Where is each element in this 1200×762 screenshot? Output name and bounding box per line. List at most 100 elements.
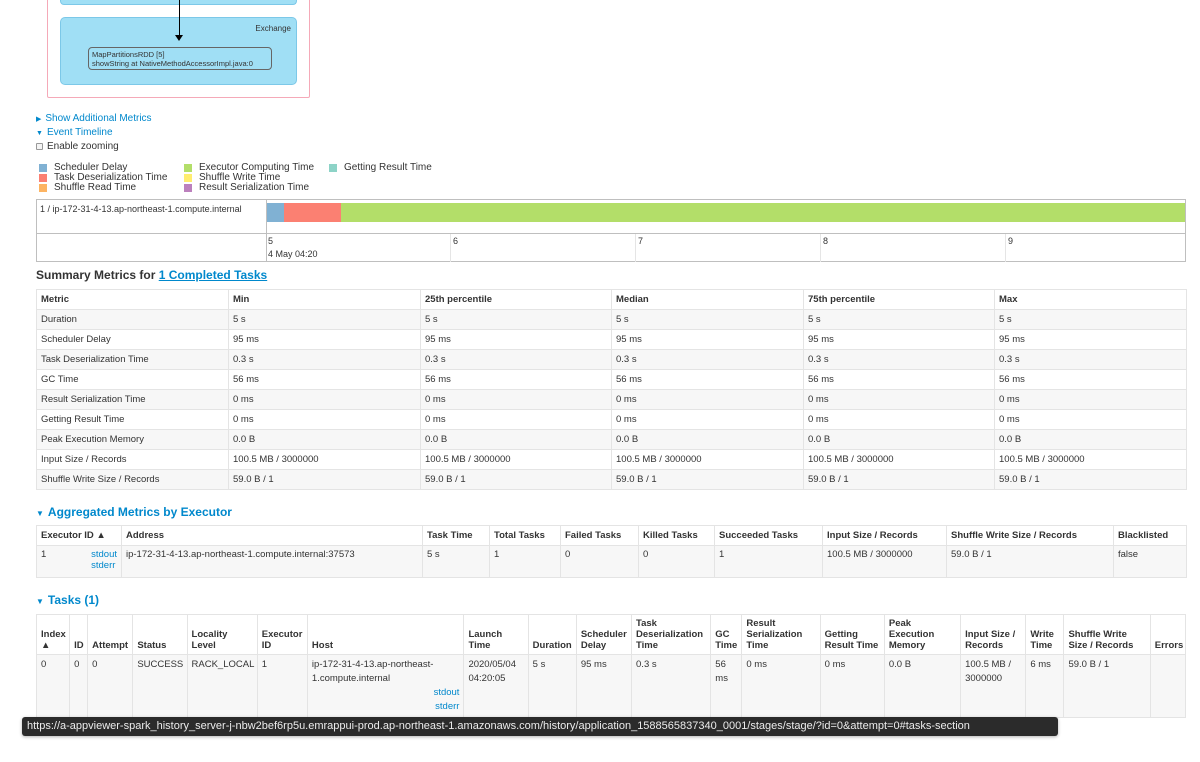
column-header[interactable]: Getting Result Time — [819, 614, 885, 655]
column-header[interactable]: Total Tasks — [489, 525, 561, 546]
column-header[interactable]: Max — [994, 289, 1187, 310]
table-cell: ip-172-31-4-13.ap-northeast-1.compute.in… — [121, 545, 423, 578]
table-cell: Task Deserialization Time — [36, 349, 229, 370]
column-header[interactable]: Address — [121, 525, 423, 546]
column-header[interactable]: Input Size / Records — [822, 525, 947, 546]
table-cell: 5 s — [611, 309, 804, 330]
column-header[interactable]: Shuffle Write Size / Records — [1063, 614, 1151, 655]
tasks-toggle[interactable]: ▼ Tasks (1) — [36, 593, 99, 607]
completed-tasks-link[interactable]: 1 Completed Tasks — [159, 268, 267, 282]
table-row: Duration 5 s5 s5 s5 s5 s — [36, 309, 1187, 330]
table-cell: Result Serialization Time — [36, 389, 229, 410]
column-header[interactable]: Host — [306, 614, 465, 655]
table-header-row: Executor ID ▲ Address Task Time Total Ta… — [36, 525, 1187, 546]
timeline-segment-executor-computing[interactable] — [341, 203, 1185, 222]
table-cell: 59.0 B / 1 — [946, 545, 1114, 578]
column-header[interactable]: Metric — [36, 289, 229, 310]
table-cell: 100.5 MB / 3000000 — [994, 449, 1187, 470]
legend-label: Getting Result Time — [344, 162, 432, 173]
column-header[interactable]: Executor ID — [256, 614, 308, 655]
table-cell: 100.5 MB / 3000000 — [803, 449, 995, 470]
table-cell: 100.5 MB / 3000000 — [420, 449, 612, 470]
table-cell: 0 ms — [803, 409, 995, 430]
table-cell: 1 — [489, 545, 561, 578]
legend-swatch — [39, 173, 47, 182]
table-cell: 0 — [560, 545, 639, 578]
column-header[interactable]: Min — [228, 289, 421, 310]
table-cell: 5 s — [420, 309, 612, 330]
aggregated-metrics-title: Aggregated Metrics by Executor — [47, 505, 232, 519]
legend-getting-result: Getting Result Time — [329, 162, 432, 173]
column-header[interactable]: Attempt — [87, 614, 134, 655]
event-timeline[interactable]: 1 / ip-172-31-4-13.ap-northeast-1.comput… — [36, 199, 1186, 262]
legend-swatch — [184, 173, 192, 182]
timeline-gridline — [450, 234, 451, 262]
column-header[interactable]: Status — [132, 614, 188, 655]
enable-zooming[interactable]: Enable zooming — [36, 141, 119, 152]
table-cell: 5 s — [803, 309, 995, 330]
event-timeline-toggle[interactable]: ▼ Event Timeline — [36, 127, 113, 138]
column-header[interactable]: Failed Tasks — [560, 525, 639, 546]
column-header[interactable]: Errors — [1149, 614, 1187, 655]
column-header[interactable]: Launch Time — [463, 614, 529, 655]
legend-label: Result Serialization Time — [199, 182, 310, 193]
timeline-executor-label: 1 / ip-172-31-4-13.ap-northeast-1.comput… — [40, 204, 242, 214]
column-header[interactable]: Task Deserialization Time — [631, 614, 712, 655]
stderr-link[interactable]: stderr — [91, 560, 117, 571]
enable-zooming-checkbox[interactable] — [36, 143, 43, 150]
legend-swatch — [184, 163, 192, 172]
table-cell: 5 s — [994, 309, 1187, 330]
stdout-link[interactable]: stdout — [91, 549, 117, 560]
column-header[interactable]: ID — [69, 614, 89, 655]
timeline-segment-scheduler-delay[interactable] — [267, 203, 284, 222]
column-header[interactable]: Index ▲ — [35, 614, 71, 655]
dag-exchange-label: Exchange — [255, 24, 291, 33]
table-cell: 6 ms — [1025, 654, 1065, 718]
aggregated-metrics-toggle[interactable]: ▼ Aggregated Metrics by Executor — [36, 505, 232, 519]
task-logs: stdout stderr — [312, 686, 460, 714]
column-header[interactable]: 25th percentile — [420, 289, 612, 310]
dag-edge — [179, 0, 180, 39]
column-header[interactable]: Blacklisted — [1113, 525, 1187, 546]
stdout-link[interactable]: stdout — [312, 686, 460, 700]
timeline-segment-task-deserialization[interactable] — [284, 203, 341, 222]
stderr-link[interactable]: stderr — [312, 700, 459, 714]
column-header[interactable]: Task Time — [422, 525, 490, 546]
table-cell: 59.0 B / 1 — [611, 469, 804, 490]
column-header[interactable]: Succeeded Tasks — [714, 525, 823, 546]
column-header[interactable]: Scheduler Delay — [575, 614, 633, 655]
column-header[interactable]: Executor ID ▲ — [36, 525, 122, 546]
table-cell: 0.3 s — [994, 349, 1187, 370]
table-row: Input Size / Records 100.5 MB / 3000000 10… — [36, 449, 1187, 470]
column-header[interactable]: GC Time — [710, 614, 743, 655]
table-cell: 56 ms — [420, 369, 612, 390]
table-cell: 0.0 B — [611, 429, 804, 450]
table-cell: SUCCESS — [132, 654, 188, 718]
column-header[interactable]: Killed Tasks — [638, 525, 715, 546]
table-cell: 0 — [35, 654, 71, 718]
table-row: Scheduler Delay 95 ms 95 ms 95 ms 95 ms 95 ms — [36, 329, 1187, 350]
table-row: Result Serialization Time 0 ms 0 ms 0 ms 0 m… — [36, 389, 1187, 410]
table-cell: 0 ms — [228, 389, 421, 410]
table-cell: 1 — [714, 545, 823, 578]
column-header[interactable]: 75th percentile — [803, 289, 995, 310]
table-cell: 1 — [256, 654, 308, 718]
table-cell: 56 ms — [710, 654, 743, 718]
tasks-table: Index ▲ ID Attempt Status Locality Level… — [35, 614, 1187, 718]
column-header[interactable]: Shuffle Write Size / Records — [946, 525, 1114, 546]
table-cell: 0 ms — [819, 654, 885, 718]
table-cell: Scheduler Delay — [36, 329, 229, 350]
column-header[interactable]: Result Serialization Time — [741, 614, 821, 655]
column-header[interactable]: Duration — [527, 614, 577, 655]
column-header[interactable]: Input Size / Records — [960, 614, 1027, 655]
column-header[interactable]: Locality Level — [186, 614, 258, 655]
dag-rdd-node[interactable]: MapPartitionsRDD [5] showString at Nativ… — [88, 47, 272, 70]
show-additional-metrics-toggle[interactable]: ▶ Show Additional Metrics — [36, 113, 152, 124]
table-cell: 95 ms — [420, 329, 612, 350]
column-header[interactable]: Peak Execution Memory — [883, 614, 962, 655]
timeline-tick: 8 — [823, 236, 829, 246]
column-header[interactable]: Write Time — [1025, 614, 1065, 655]
column-header[interactable]: Median — [611, 289, 804, 310]
executor-logs: stdout stderr — [91, 549, 117, 571]
table-row: Task Deserialization Time 0.3 s 0.3 s 0.3 s… — [36, 349, 1187, 370]
